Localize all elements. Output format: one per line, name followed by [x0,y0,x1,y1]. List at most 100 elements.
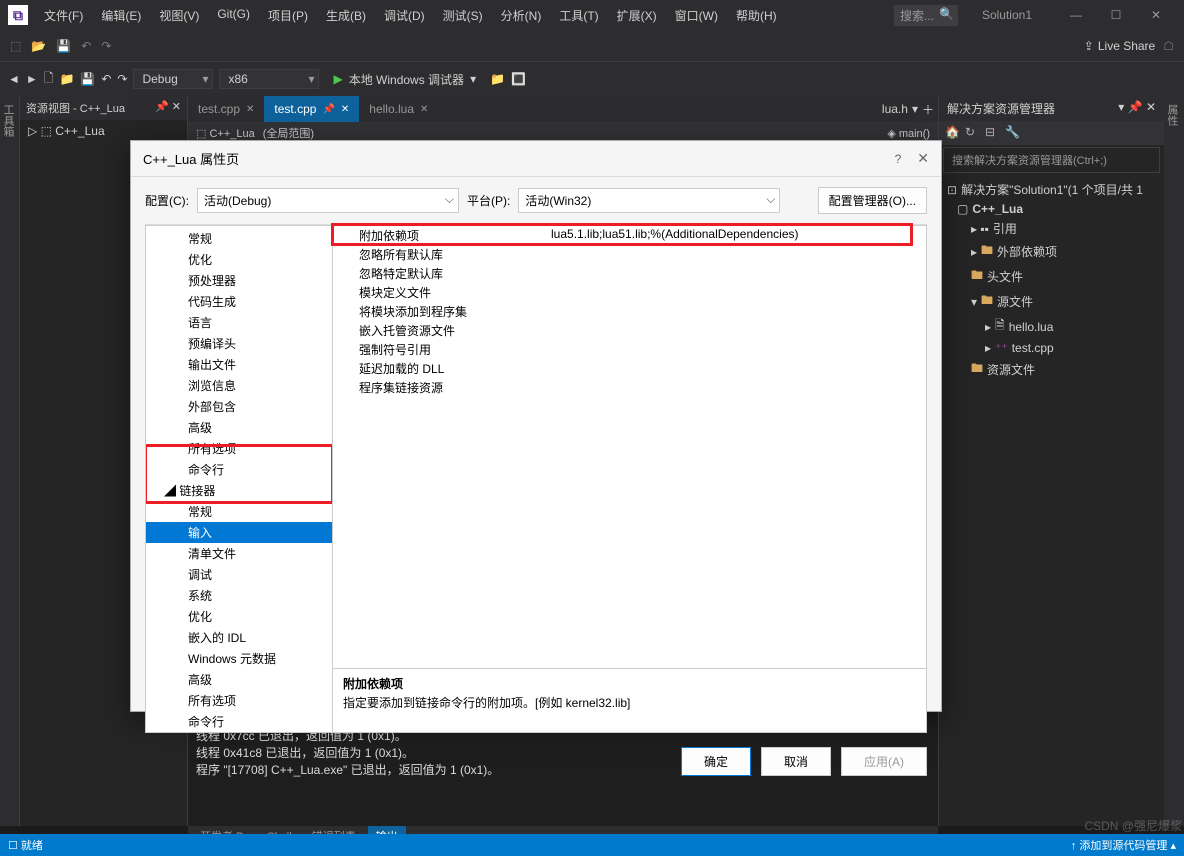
project-node[interactable]: ▢ C++_Lua [943,200,1160,218]
close-button[interactable]: ✕ [1136,3,1176,27]
solution-root[interactable]: ⊡ 解决方案"Solution1"(1 个项目/共 1 [943,179,1160,200]
live-share-button[interactable]: ⇪ Live Share [1084,39,1155,53]
property-row[interactable]: 附加依赖项lua5.1.lib;lua51.lib;%(AdditionalDe… [333,226,926,245]
add-icon[interactable]: ＋ [922,101,934,118]
menu-item[interactable]: Git(G) [209,3,258,28]
tree-item[interactable]: Windows 元数据 [146,648,332,669]
tree-item[interactable]: 输出文件 [146,354,332,375]
tree-item[interactable]: 输入 [146,522,332,543]
dropdown-icon[interactable]: ▾ [1118,100,1124,114]
home-icon[interactable]: 🏠 [945,125,961,141]
sync-icon[interactable]: ↻ [965,125,981,141]
start-debug-button[interactable]: ▶ 本地 Windows 调试器 ▾ [325,69,484,90]
nav-back-icon[interactable]: ⬚ [8,37,23,55]
save-all-icon[interactable]: 💾 [80,72,95,86]
menu-item[interactable]: 调试(D) [376,3,433,28]
redo-icon[interactable]: ↷ [99,37,113,55]
tree-item[interactable]: 预处理器 [146,270,332,291]
source-control-status[interactable]: ↑ 添加到源代码管理 ▴ [1071,837,1176,853]
menu-item[interactable]: 编辑(E) [93,3,149,28]
config-combobox[interactable]: Debug [133,69,213,89]
property-grid[interactable]: 附加依赖项lua5.1.lib;lua51.lib;%(AdditionalDe… [333,226,926,668]
menu-item[interactable]: 视图(V) [151,3,207,28]
tree-item[interactable]: 命令行 [146,459,332,480]
menu-item[interactable]: 工具(T) [551,3,606,28]
pane-pin-icon[interactable]: 📌 ✕ [155,100,181,116]
undo-icon[interactable]: ↶ [79,37,93,55]
menu-item[interactable]: 生成(B) [318,3,374,28]
menu-item[interactable]: 窗口(W) [667,3,726,28]
chevron-down-icon[interactable]: ▾ [912,102,918,116]
tree-item[interactable]: 所有选项 [146,690,332,711]
tree-item[interactable]: 系统 [146,585,332,606]
platform-select[interactable]: 活动(Win32) [518,188,780,213]
user-icon[interactable]: ☖ [1161,37,1176,55]
tree-item[interactable]: 预编译头 [146,333,332,354]
editor-tab[interactable]: hello.lua ✕ [359,96,438,122]
folder-icon[interactable]: 📁 [490,72,505,86]
property-tree[interactable]: 常规优化预处理器代码生成语言预编译头输出文件浏览信息外部包含高级所有选项命令行◢… [145,225,333,733]
back-icon[interactable]: ◄ [8,72,20,86]
property-row[interactable]: 将模块添加到程序集 [333,302,926,321]
undo2-icon[interactable]: ↶ [101,72,111,86]
tree-item[interactable]: 浏览信息 [146,375,332,396]
solution-search-input[interactable]: 搜索解决方案资源管理器(Ctrl+;) [943,147,1160,173]
maximize-button[interactable]: ☐ [1096,3,1136,27]
properties-icon[interactable]: 🔳 [511,72,526,86]
property-row[interactable]: 模块定义文件 [333,283,926,302]
right-sidebar-tab[interactable]: 属性 [1164,96,1184,826]
toggle-icon[interactable]: ⊟ [985,125,1001,141]
open-folder-icon[interactable]: 📁 [59,72,74,86]
property-row[interactable]: 忽略特定默认库 [333,264,926,283]
pin-icon[interactable]: 📌 [322,104,334,115]
property-row[interactable]: 忽略所有默认库 [333,245,926,264]
function-context[interactable]: ◈ main() [887,127,930,140]
close-tab-icon[interactable]: ✕ [246,104,254,115]
references-node[interactable]: ▸ ▪▪ 引用 [943,218,1160,239]
tree-item[interactable]: 高级 [146,417,332,438]
tree-item[interactable]: 外部包含 [146,396,332,417]
close-tab-icon[interactable]: ✕ [341,104,349,115]
close-pane-icon[interactable]: ✕ [1146,100,1156,114]
resources-node[interactable]: 🖿 资源文件 [943,357,1160,382]
platform-combobox[interactable]: x86 [219,69,319,89]
tree-item[interactable]: 嵌入的 IDL [146,627,332,648]
tree-item[interactable]: 清单文件 [146,543,332,564]
menu-item[interactable]: 帮助(H) [728,3,785,28]
property-row[interactable]: 强制符号引用 [333,340,926,359]
left-sidebar-tab[interactable]: 工具箱 [0,96,20,826]
menu-item[interactable]: 测试(S) [435,3,491,28]
property-row[interactable]: 嵌入托管资源文件 [333,321,926,340]
apply-button[interactable]: 应用(A) [841,747,927,776]
close-tab-icon[interactable]: ✕ [420,104,428,115]
editor-tab[interactable]: test.cpp 📌 ✕ [264,96,359,122]
tree-item[interactable]: 优化 [146,606,332,627]
property-row[interactable]: 程序集链接资源 [333,378,926,397]
properties-icon[interactable]: 🔧 [1005,125,1021,141]
resource-tree-root[interactable]: ▷ ⬚ C++_Lua [20,120,187,142]
help-icon[interactable]: ? [895,152,902,166]
tree-item[interactable]: 常规 [146,501,332,522]
dialog-close-icon[interactable]: ✕ [917,150,929,167]
property-row[interactable]: 延迟加载的 DLL [333,359,926,378]
open-icon[interactable]: 📂 [29,37,48,55]
menu-item[interactable]: 分析(N) [493,3,550,28]
config-manager-button[interactable]: 配置管理器(O)... [818,187,927,214]
tree-item[interactable]: 常规 [146,228,332,249]
fwd-icon[interactable]: ► [26,72,38,86]
pin-icon[interactable]: 📌 [1128,100,1143,114]
save-icon[interactable]: 💾 [54,37,73,55]
menu-item[interactable]: 项目(P) [260,3,316,28]
editor-tab[interactable]: test.cpp ✕ [188,96,264,122]
menu-item[interactable]: 扩展(X) [609,3,665,28]
source-file[interactable]: ▸ 🗎 hello.lua [943,314,1160,339]
tree-item[interactable]: 命令行 [146,711,332,732]
headers-node[interactable]: 🖿 头文件 [943,264,1160,289]
menu-item[interactable]: 文件(F) [36,3,91,28]
new-icon[interactable]: 🗋 [44,69,54,90]
tree-item[interactable]: 优化 [146,249,332,270]
scope-context[interactable]: (全局范围) [263,125,880,141]
tree-item[interactable]: 代码生成 [146,291,332,312]
project-context[interactable]: ⬚ C++_Lua [196,127,255,140]
ok-button[interactable]: 确定 [681,747,751,776]
